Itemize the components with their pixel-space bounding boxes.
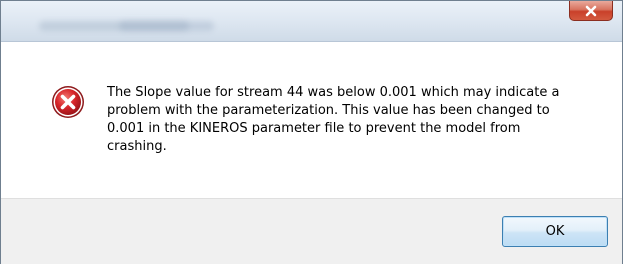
dialog-content: The Slope value for stream 44 was below … — [1, 42, 622, 198]
error-icon — [51, 85, 85, 119]
title-bar[interactable] — [1, 1, 622, 42]
error-message: The Slope value for stream 44 was below … — [107, 84, 607, 156]
close-x-icon — [584, 5, 598, 17]
ok-button-label: OK — [545, 224, 565, 239]
blurred-title-text-2 — [119, 21, 214, 31]
message-line: problem with the parameterization. This … — [107, 103, 550, 118]
message-dialog: The Slope value for stream 44 was below … — [0, 0, 623, 264]
message-line: crashing. — [107, 139, 167, 154]
button-bar: OK — [1, 198, 622, 264]
message-line: The Slope value for stream 44 was below … — [107, 85, 560, 100]
close-button[interactable] — [569, 1, 613, 21]
ok-button[interactable]: OK — [502, 216, 608, 247]
message-line: 0.001 in the KINEROS parameter file to p… — [107, 121, 521, 136]
